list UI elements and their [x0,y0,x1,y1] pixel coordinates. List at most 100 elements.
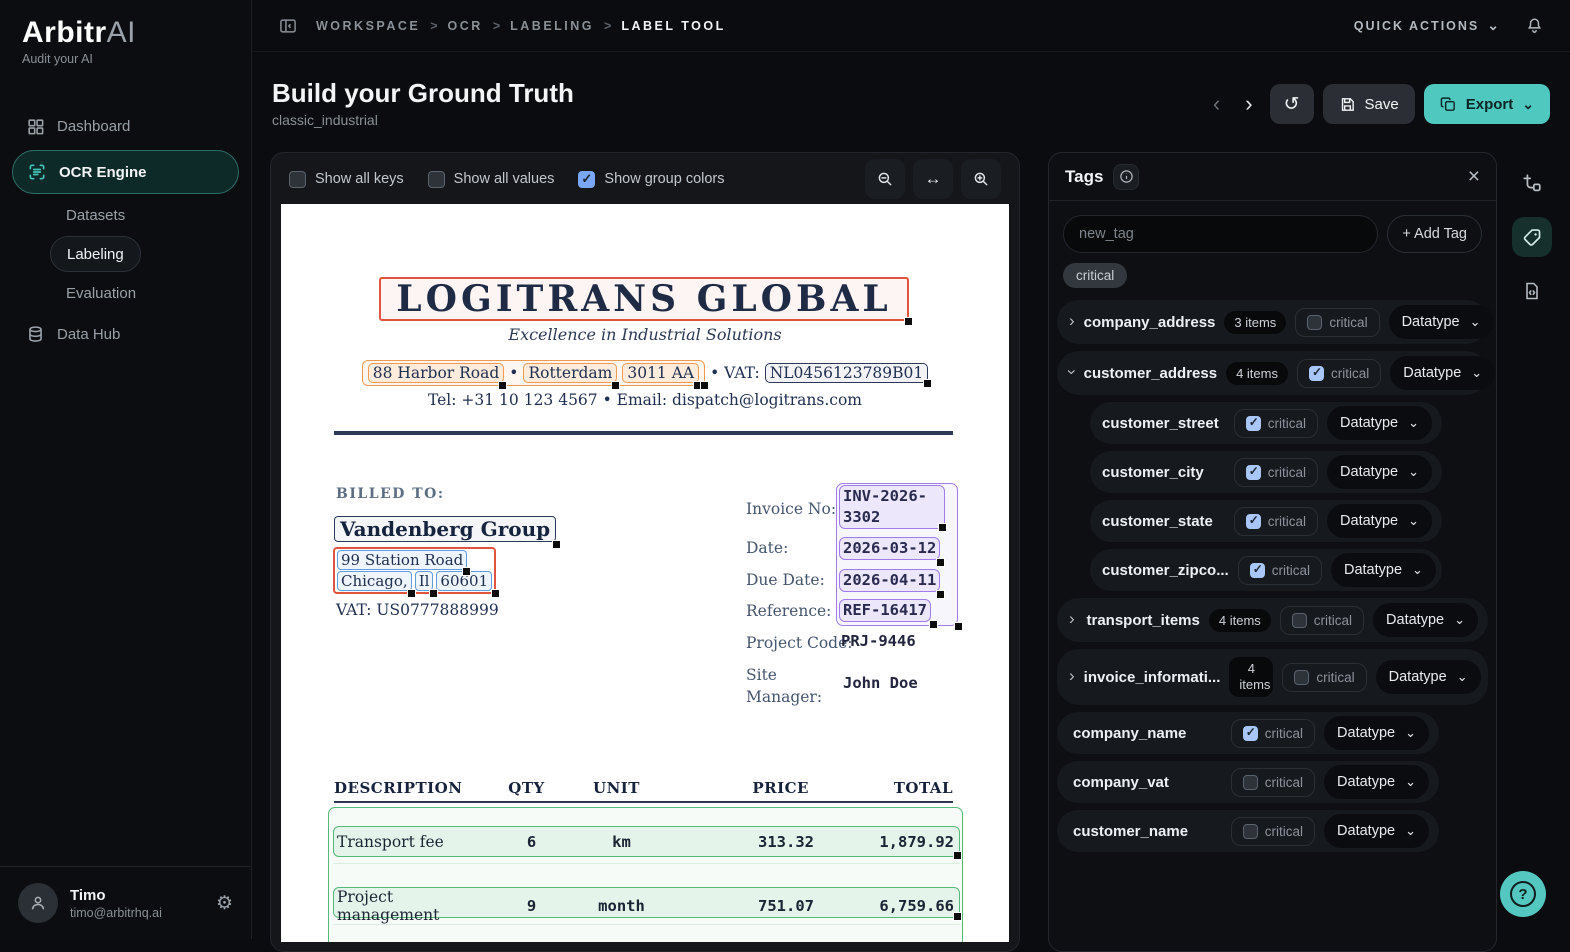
zoom-out-button[interactable] [865,159,905,199]
new-tag-input[interactable] [1063,215,1379,253]
sidebar-item-evaluation[interactable]: Evaluation [50,276,152,310]
critical-toggle[interactable]: critical [1233,457,1319,487]
chevron-right-icon[interactable]: › [1069,666,1075,686]
bbox-due-date[interactable]: 2026-04-11 [839,569,946,599]
document-json-icon[interactable] [1512,271,1552,311]
tag-group-invoice-information[interactable]: › invoice_informati... 4 items critical … [1057,649,1488,705]
bbox-reference[interactable]: REF-16417 [839,599,938,629]
show-group-colors-checkbox[interactable] [578,170,596,188]
bell-icon[interactable] [1525,16,1544,35]
sidebar-item-data-hub[interactable]: Data Hub [12,314,239,354]
critical-toggle[interactable]: critical [1279,605,1365,635]
bbox-handle[interactable] [406,589,416,598]
undo-button[interactable]: ↺ [1269,84,1314,124]
critical-checkbox[interactable] [1242,823,1258,839]
tag-group-customer-address[interactable]: › customer_address 4 items critical Data… [1057,351,1496,395]
bbox-customer-city[interactable]: Chicago, [337,571,416,598]
bbox-company-city[interactable]: Rotterdam [523,363,621,390]
bbox-handle[interactable] [904,317,913,326]
tag-group-company-address[interactable]: › company_address 3 items critical Datat… [1057,300,1494,344]
bbox-handle[interactable] [429,589,439,598]
toggle-show-group-colors[interactable]: Show group colors [578,170,725,188]
add-tag-button[interactable]: + Add Tag [1387,215,1482,253]
bbox-customer-street[interactable]: 99 Station Road [337,550,472,576]
bbox-company-street[interactable]: 88 Harbor Road [367,363,508,390]
datatype-select[interactable]: Datatype ⌄ [1373,603,1478,637]
user-box[interactable]: Timo timo@arbitrhq.ai ⚙ [0,866,251,939]
critical-checkbox[interactable] [1308,365,1324,381]
chevron-right-icon[interactable]: › [1069,609,1078,629]
bbox-customer-name[interactable]: Vandenberg Group [334,516,562,549]
bbox-handle[interactable] [552,540,562,549]
critical-checkbox[interactable] [1245,464,1261,480]
critical-checkbox[interactable] [1294,669,1310,685]
tag-child-customer-zipcode[interactable]: customer_zipco... critical Datatype ⌄ [1090,549,1442,591]
critical-checkbox[interactable] [1245,415,1261,431]
bbox-handle[interactable] [498,381,508,390]
show-all-keys-checkbox[interactable] [289,170,306,188]
critical-checkbox[interactable] [1245,513,1261,529]
datatype-select[interactable]: Datatype ⌄ [1388,305,1494,339]
bbox-handle[interactable] [953,851,962,860]
bbox-handle[interactable] [938,523,947,532]
tag-group-transport-items[interactable]: › transport_items 4 items critical Datat… [1057,598,1488,642]
settings-gear-icon[interactable]: ⚙ [216,892,233,915]
critical-toggle[interactable]: critical [1295,307,1380,337]
datatype-select[interactable]: Datatype ⌄ [1327,455,1432,489]
critical-checkbox[interactable] [1242,725,1258,741]
tag-field-company-name[interactable]: company_name critical Datatype ⌄ [1057,712,1439,754]
bbox-handle[interactable] [491,589,501,598]
critical-checkbox[interactable] [1242,774,1258,790]
tag-child-customer-city[interactable]: customer_city critical Datatype ⌄ [1090,451,1442,493]
sidebar-item-dashboard[interactable]: Dashboard [12,106,239,146]
critical-toggle[interactable]: critical [1233,408,1319,438]
bbox-invoice-no[interactable]: INV-2026-3302 [839,485,947,532]
sidebar-item-labeling[interactable]: Labeling [50,236,141,272]
fit-width-button[interactable]: ↔ [913,159,953,199]
collapse-sidebar-icon[interactable] [278,16,298,36]
sidebar-item-datasets[interactable]: Datasets [50,198,141,232]
bbox-handle[interactable] [700,381,710,390]
bbox-customer-address-group[interactable]: 99 Station Road Chicago, Il 60601 [333,547,501,598]
bbox-handle[interactable] [923,379,933,388]
datatype-select[interactable]: Datatype ⌄ [1375,660,1481,694]
sidebar-item-ocr-engine[interactable]: OCR Engine [12,150,239,194]
datatype-select[interactable]: Datatype ⌄ [1327,504,1432,538]
critical-toggle[interactable]: critical [1237,555,1322,585]
critical-toggle[interactable]: critical [1282,662,1367,692]
zoom-in-button[interactable] [961,159,1001,199]
bbox-table-row[interactable]: Project management 9 month 751.07 6,759.… [333,887,962,924]
bbox-company-name[interactable]: LOGITRANS GLOBAL [379,277,913,326]
tag-child-customer-state[interactable]: customer_state critical Datatype ⌄ [1090,500,1442,542]
bbox-table-row[interactable]: Transport fee 6 km 313.32 1,879.92 [333,826,962,860]
datatype-select[interactable]: Datatype ⌄ [1327,406,1432,440]
datatype-select[interactable]: Datatype ⌄ [1390,356,1496,390]
critical-toggle[interactable]: critical [1233,506,1319,536]
bbox-handle[interactable] [954,622,963,631]
bbox-handle[interactable] [929,620,938,629]
bbox-handle[interactable] [936,558,946,567]
breadcrumb-labeling[interactable]: LABELING [510,19,594,33]
help-button[interactable]: ? [1500,871,1546,917]
datatype-select[interactable]: Datatype ⌄ [1324,765,1429,799]
export-button[interactable]: Export ⌄ [1423,84,1550,124]
tag-child-customer-street[interactable]: customer_street critical Datatype ⌄ [1090,402,1442,444]
critical-checkbox[interactable] [1249,562,1265,578]
chevron-right-icon[interactable]: › [1069,311,1075,331]
chevron-expanded-icon[interactable]: › [1062,369,1082,375]
critical-checkbox[interactable] [1291,612,1307,628]
save-button[interactable]: Save [1322,84,1415,124]
toggle-show-all-keys[interactable]: Show all keys [289,170,404,188]
critical-toggle[interactable]: critical [1230,767,1316,797]
bbox-date[interactable]: 2026-03-12 [839,537,946,567]
next-document-button[interactable]: › [1237,85,1260,123]
critical-toggle[interactable]: critical [1230,718,1316,748]
prev-document-button[interactable]: ‹ [1205,85,1228,123]
document-page[interactable]: LOGITRANS GLOBAL Excellence in Industria… [281,204,1009,942]
datatype-select[interactable]: Datatype ⌄ [1330,553,1436,587]
breadcrumb-ocr[interactable]: OCR [448,19,483,33]
bbox-company-zip[interactable]: 3011 AA [622,363,703,390]
datatype-select[interactable]: Datatype ⌄ [1324,716,1429,750]
critical-toggle[interactable]: critical [1296,358,1382,388]
show-all-values-checkbox[interactable] [427,170,445,188]
